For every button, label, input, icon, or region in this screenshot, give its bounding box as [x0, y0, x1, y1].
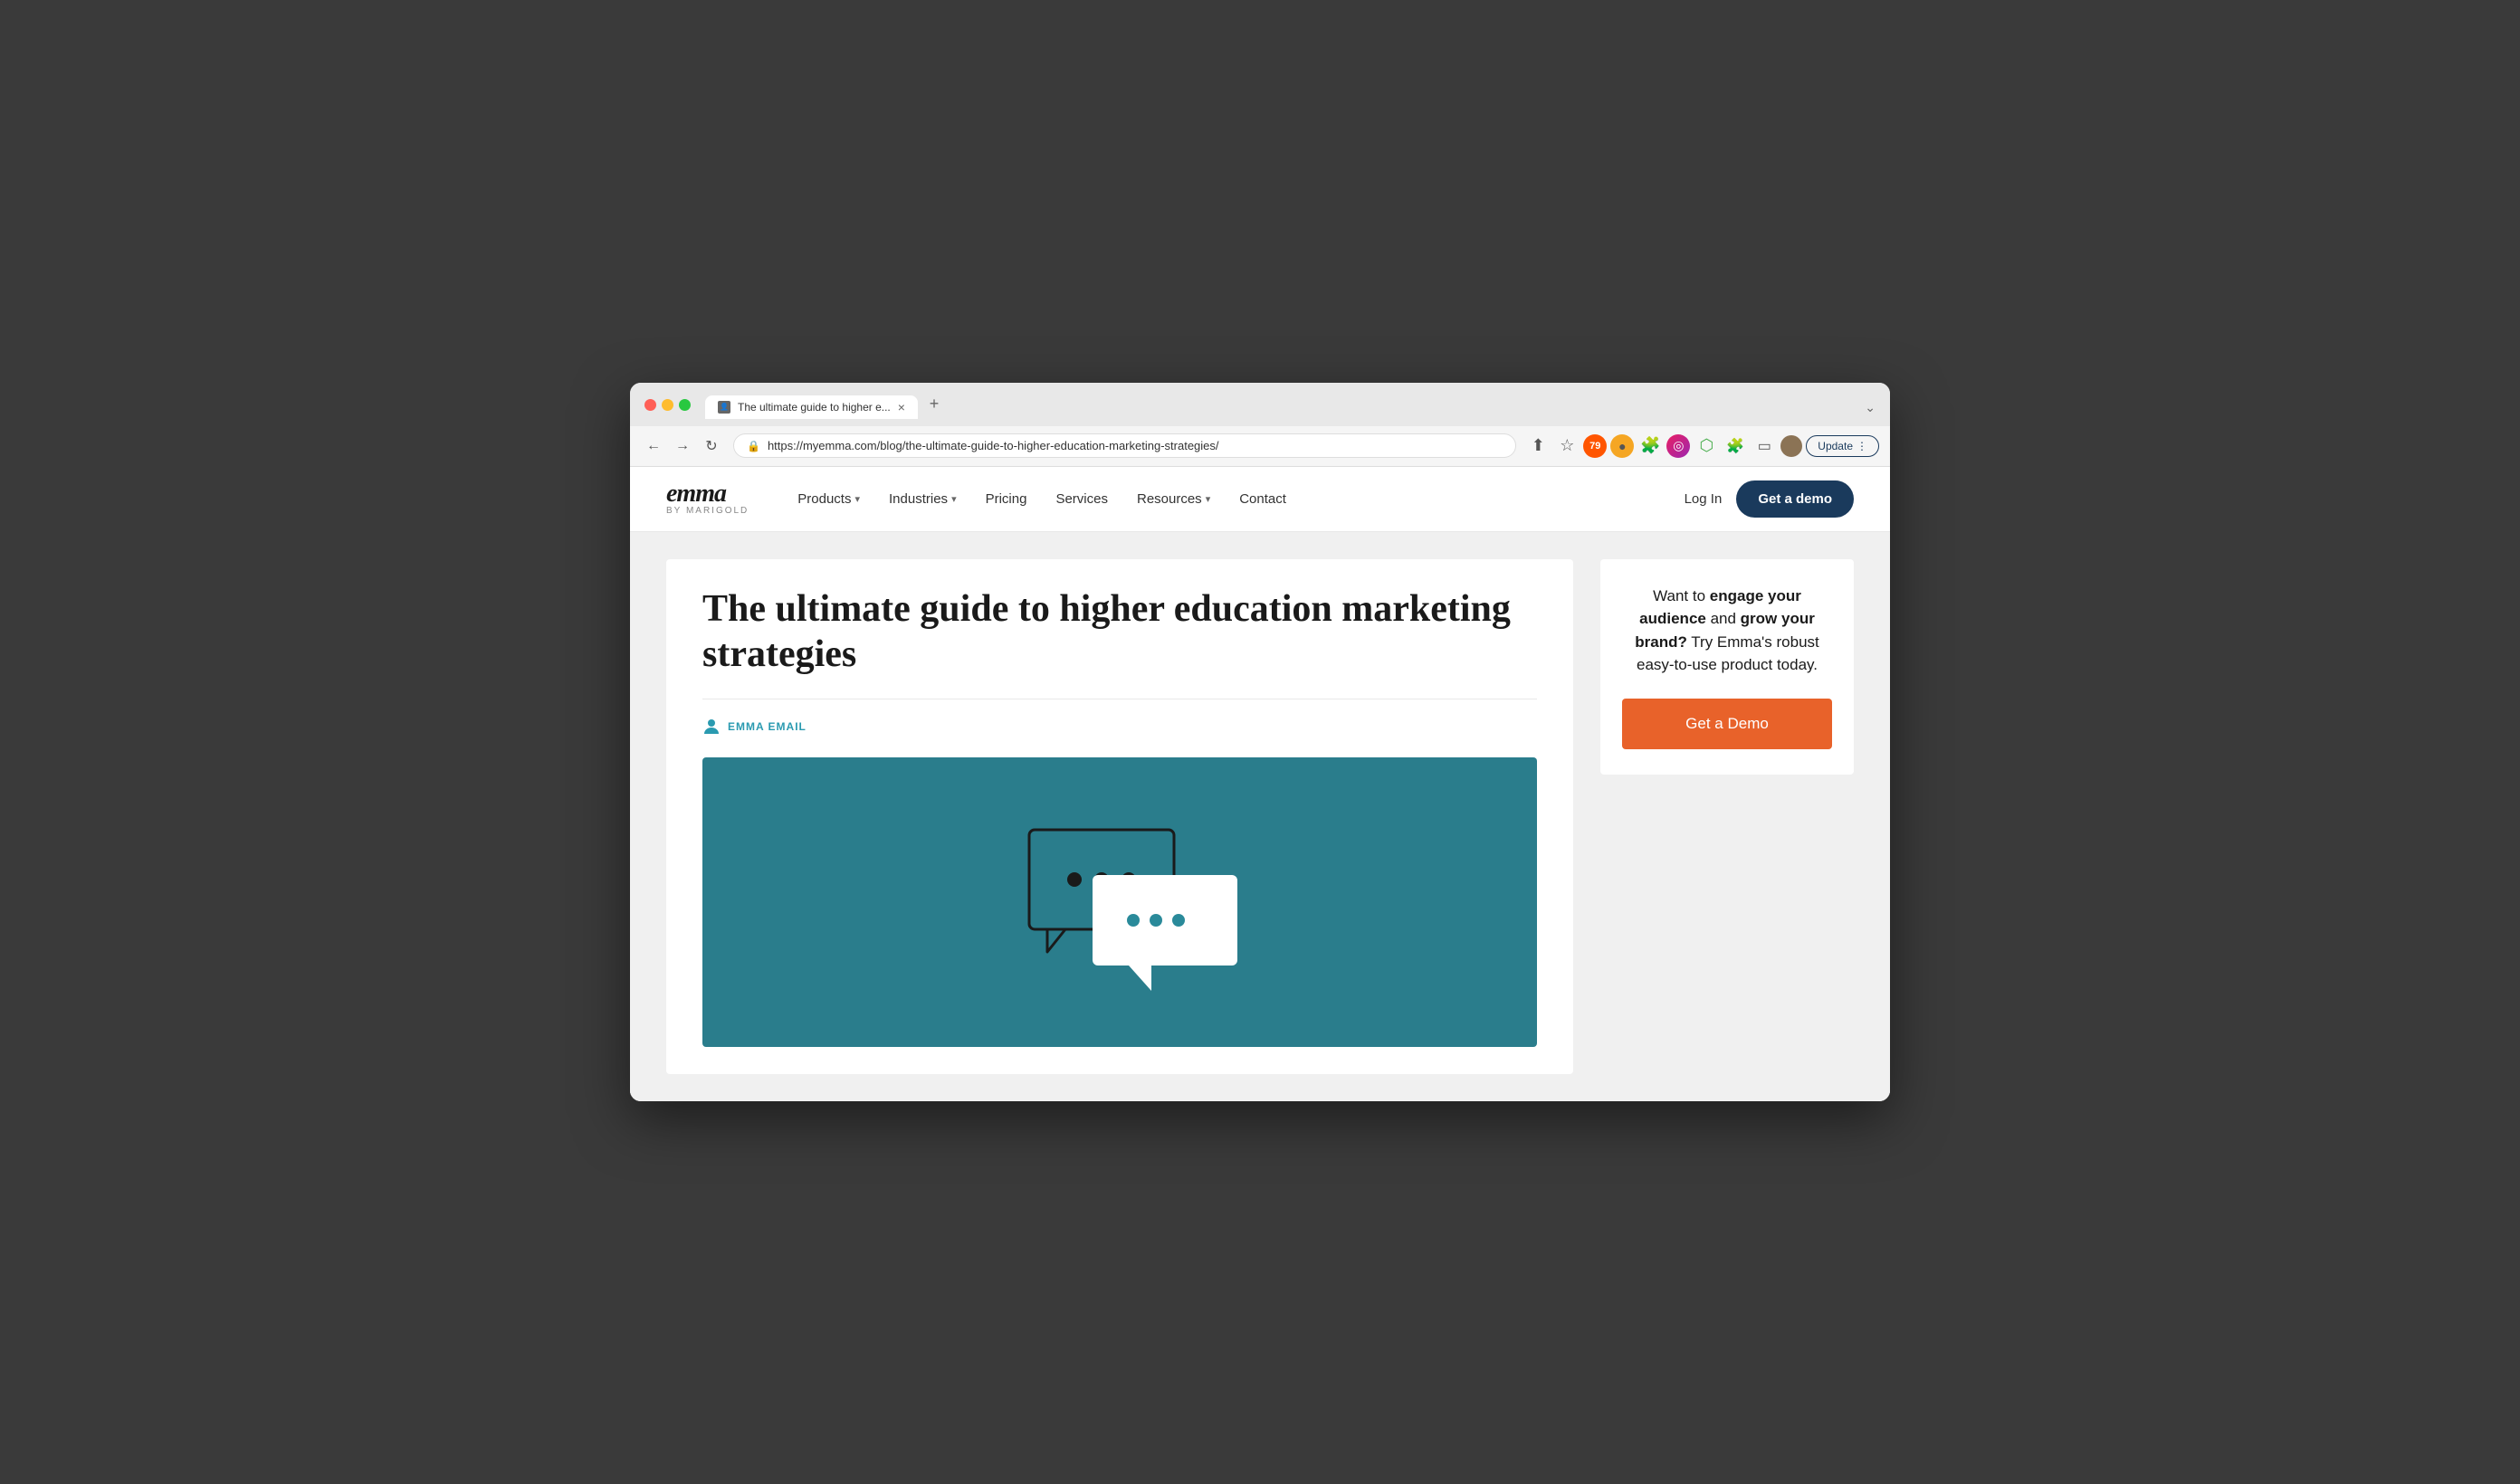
extension-badge-icon[interactable]: 79 — [1583, 434, 1607, 458]
sidebar-toggle-icon[interactable]: ▭ — [1752, 433, 1777, 459]
author-person-icon — [702, 718, 721, 736]
nav-industries[interactable]: Industries ▾ — [876, 484, 969, 514]
navigation-buttons: ← → ↻ — [641, 433, 724, 459]
maximize-window-button[interactable] — [679, 399, 691, 411]
traffic-lights — [644, 399, 691, 411]
article-section: The ultimate guide to higher education m… — [666, 559, 1573, 1075]
nav-products[interactable]: Products ▾ — [785, 484, 873, 514]
nav-contact[interactable]: Contact — [1227, 484, 1299, 514]
update-menu-icon: ⋮ — [1857, 440, 1867, 452]
tabs-chevron-icon: ⌄ — [1865, 400, 1876, 415]
puzzle-extension-icon[interactable]: 🧩 — [1723, 433, 1748, 459]
main-content: The ultimate guide to higher education m… — [630, 532, 1890, 1102]
close-window-button[interactable] — [644, 399, 656, 411]
author-name-label: EMMA EMAIL — [728, 720, 807, 733]
site-navigation: emma by MARIGOLD Products ▾ Industries ▾… — [630, 467, 1890, 532]
sidebar: Want to engage your audience and grow yo… — [1600, 559, 1854, 1075]
login-link[interactable]: Log In — [1685, 491, 1723, 507]
update-button[interactable]: Update ⋮ — [1806, 435, 1879, 457]
nav-pricing[interactable]: Pricing — [973, 484, 1040, 514]
orange-extension-icon[interactable]: ● — [1610, 434, 1634, 458]
industries-chevron-icon: ▾ — [951, 493, 957, 505]
site-logo[interactable]: emma by MARIGOLD — [666, 481, 749, 516]
tab-favicon-icon: 👤 — [718, 401, 730, 414]
get-demo-nav-button[interactable]: Get a demo — [1736, 480, 1854, 518]
green-extension-icon[interactable]: ⬡ — [1694, 433, 1719, 459]
article-hero-image — [702, 757, 1537, 1047]
bookmark-icon[interactable]: ☆ — [1554, 433, 1580, 459]
reload-button[interactable]: ↻ — [699, 433, 724, 459]
chat-illustration — [975, 803, 1265, 1002]
forward-button[interactable]: → — [670, 433, 695, 459]
share-icon[interactable]: ⬆ — [1525, 433, 1551, 459]
resources-chevron-icon: ▾ — [1206, 493, 1211, 505]
nav-resources[interactable]: Resources ▾ — [1124, 484, 1223, 514]
sidebar-get-demo-button[interactable]: Get a Demo — [1622, 699, 1832, 749]
browser-window: 👤 The ultimate guide to higher e... × + … — [630, 383, 1890, 1102]
article-author: EMMA EMAIL — [702, 718, 1537, 736]
toolbar-icons: ⬆ ☆ 79 ● 🧩 ◎ ⬡ 🧩 ▭ Update ⋮ — [1525, 433, 1879, 459]
colorful-extension-icon[interactable]: ◎ — [1666, 434, 1690, 458]
sidebar-widget: Want to engage your audience and grow yo… — [1600, 559, 1854, 775]
tab-close-icon[interactable]: × — [898, 401, 905, 414]
address-bar: ← → ↻ 🔒 https://myemma.com/blog/the-ulti… — [630, 426, 1890, 467]
logo-emma-text: emma — [666, 481, 749, 507]
nav-actions: Log In Get a demo — [1685, 480, 1854, 518]
products-chevron-icon: ▾ — [854, 493, 860, 505]
website-content: emma by MARIGOLD Products ▾ Industries ▾… — [630, 467, 1890, 1102]
minimize-window-button[interactable] — [662, 399, 673, 411]
lock-icon: 🔒 — [747, 440, 760, 452]
new-tab-button[interactable]: + — [921, 392, 947, 417]
sidebar-promo-text: Want to engage your audience and grow yo… — [1622, 585, 1832, 677]
url-text: https://myemma.com/blog/the-ultimate-gui… — [768, 439, 1219, 452]
url-bar[interactable]: 🔒 https://myemma.com/blog/the-ultimate-g… — [733, 433, 1516, 458]
title-bar: 👤 The ultimate guide to higher e... × + … — [630, 383, 1890, 426]
dark-extension-icon[interactable]: 🧩 — [1637, 433, 1663, 459]
back-button[interactable]: ← — [641, 433, 666, 459]
logo-byline-text: by MARIGOLD — [666, 507, 749, 516]
user-avatar-icon[interactable] — [1780, 435, 1802, 457]
nav-services[interactable]: Services — [1043, 484, 1121, 514]
nav-items: Products ▾ Industries ▾ Pricing Services… — [785, 484, 1684, 514]
article-title: The ultimate guide to higher education m… — [702, 586, 1537, 678]
active-tab[interactable]: 👤 The ultimate guide to higher e... × — [705, 395, 918, 419]
tab-title: The ultimate guide to higher e... — [738, 401, 891, 414]
